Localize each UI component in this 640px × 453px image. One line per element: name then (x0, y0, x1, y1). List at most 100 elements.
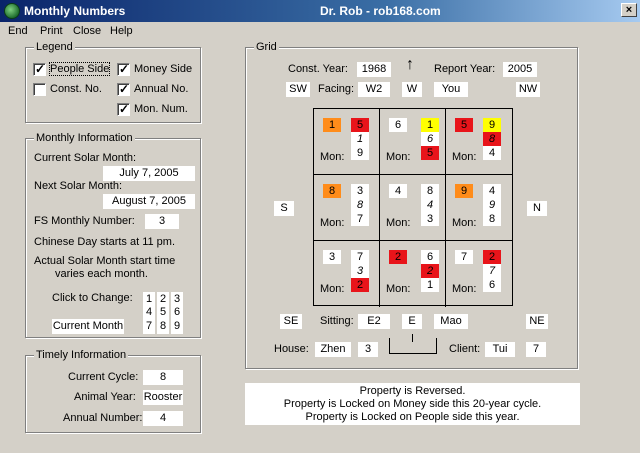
next-solar-month-value: August 7, 2005 (103, 194, 195, 209)
menu-close[interactable]: Close (73, 25, 101, 37)
monthly-star: 6 (483, 278, 501, 292)
grid-cell[interactable]: 1 5 1 Mon: 9 (314, 109, 380, 175)
grid-cell[interactable]: 9 4 9 Mon: 8 (446, 175, 512, 241)
client-value-1: Tui (485, 342, 515, 357)
monthly-star: 5 (421, 146, 439, 160)
sitting-value-1: E2 (358, 314, 390, 329)
month-button-8[interactable]: 8 (157, 319, 169, 334)
annual-number-label: Annual Number: (63, 412, 143, 424)
close-button[interactable]: × (621, 3, 637, 17)
facing-label: Facing: (318, 83, 355, 95)
annual-star: 4 (421, 198, 439, 212)
grid-cell[interactable]: 2 6 2 Mon: 1 (380, 241, 446, 307)
money-star: 1 (421, 118, 439, 132)
const-year-label: Const. Year: (288, 63, 348, 75)
money-star: 4 (483, 184, 501, 198)
actual-solar-note-1: Actual Solar Month start time (34, 255, 176, 267)
menu-bar: End Print Close Help (0, 22, 640, 40)
grid-cell[interactable]: 5 9 8 Mon: 4 (446, 109, 512, 175)
mon-label: Mon: (452, 151, 477, 163)
mon-label: Mon: (320, 151, 345, 163)
fs-monthly-number-label: FS Monthly Number: (34, 215, 135, 227)
mon-label: Mon: (320, 283, 345, 295)
monthly-star: 4 (483, 146, 501, 160)
menu-print[interactable]: Print (40, 25, 63, 37)
fs-monthly-number-value: 3 (145, 214, 179, 229)
check-mark-icon: ✓ (119, 102, 130, 116)
mon-label: Mon: (386, 151, 411, 163)
people-star: 2 (389, 250, 407, 264)
annual-star: 9 (483, 198, 501, 212)
current-solar-month-label: Current Solar Month: (34, 152, 137, 164)
people-star: 9 (455, 184, 473, 198)
annual-no-checkbox[interactable]: ✓ (117, 82, 130, 96)
check-mark-icon: ✓ (119, 82, 130, 96)
month-button-5[interactable]: 5 (157, 305, 169, 320)
facing-value-1: W2 (358, 82, 390, 97)
grid-cell[interactable]: 8 3 8 Mon: 7 (314, 175, 380, 241)
check-mark-icon: ✓ (119, 62, 130, 76)
facing-value-3: You (434, 82, 468, 97)
direction-se: SE (280, 314, 302, 329)
direction-s: S (274, 201, 294, 216)
month-button-4[interactable]: 4 (143, 305, 155, 320)
legend-title: Legend (34, 41, 75, 53)
mon-num-label: Mon. Num. (134, 103, 188, 115)
status-message: Property is Locked on Money side this 20… (283, 398, 542, 410)
grid-cell[interactable]: 4 8 4 Mon: 3 (380, 175, 446, 241)
menu-help[interactable]: Help (110, 25, 133, 37)
annual-number-value: 4 (143, 411, 183, 426)
const-no-label: Const. No. (50, 83, 102, 95)
annual-no-label: Annual No. (134, 83, 189, 95)
current-cycle-value: 8 (143, 370, 183, 385)
month-button-9[interactable]: 9 (171, 319, 183, 334)
sitting-label: Sitting: (320, 315, 354, 327)
mon-label: Mon: (386, 217, 411, 229)
client-label: Client: (449, 343, 481, 355)
annual-star: 1 (351, 132, 369, 146)
people-star: 4 (389, 184, 407, 198)
const-no-checkbox[interactable] (33, 83, 46, 96)
people-side-checkbox[interactable]: ✓ (33, 62, 46, 76)
direction-nw: NW (516, 82, 540, 97)
money-star: 9 (483, 118, 501, 132)
monthly-star: 9 (351, 146, 369, 160)
grid-cell[interactable]: 7 2 7 Mon: 6 (446, 241, 512, 307)
direction-n: N (527, 201, 547, 216)
animal-year-label: Animal Year: (74, 391, 136, 403)
status-message: Property is Reversed. (359, 385, 466, 397)
money-star: 2 (483, 250, 501, 264)
mon-label: Mon: (452, 217, 477, 229)
annual-star: 2 (421, 264, 439, 278)
current-solar-month-value: July 7, 2005 (103, 166, 195, 181)
grid-cell[interactable]: 3 7 3 Mon: 2 (314, 241, 380, 307)
money-side-label: Money Side (134, 63, 193, 75)
money-star: 6 (421, 250, 439, 264)
sitting-value-3: Mao (434, 314, 468, 329)
title-bar: Monthly Numbers Dr. Rob - rob168.com × (0, 0, 640, 22)
monthly-star: 1 (421, 278, 439, 292)
animal-year-value: Rooster (143, 390, 183, 405)
grid-cell[interactable]: 6 1 6 Mon: 5 (380, 109, 446, 175)
annual-star: 6 (421, 132, 439, 146)
mon-label: Mon: (320, 217, 345, 229)
money-side-checkbox[interactable]: ✓ (117, 62, 130, 76)
arrow-up-icon: ↑ (406, 56, 414, 73)
monthly-star: 8 (483, 212, 501, 226)
money-star: 3 (351, 184, 369, 198)
const-year-value: 1968 (357, 62, 391, 77)
grid-title: Grid (254, 41, 279, 53)
people-star: 5 (455, 118, 473, 132)
report-year-label: Report Year: (434, 63, 496, 75)
mon-num-checkbox[interactable]: ✓ (117, 102, 130, 116)
sitting-value-2: E (402, 314, 422, 329)
annual-star: 8 (483, 132, 501, 146)
month-button-6[interactable]: 6 (171, 305, 183, 320)
current-month-button[interactable]: Current Month (52, 319, 124, 334)
status-message-box: Property is Reversed. Property is Locked… (245, 383, 580, 425)
month-button-7[interactable]: 7 (143, 319, 155, 334)
house-value-1: Zhen (315, 342, 351, 357)
chinese-day-note: Chinese Day starts at 11 pm. (34, 236, 176, 248)
menu-end[interactable]: End (8, 25, 28, 37)
money-star: 8 (421, 184, 439, 198)
